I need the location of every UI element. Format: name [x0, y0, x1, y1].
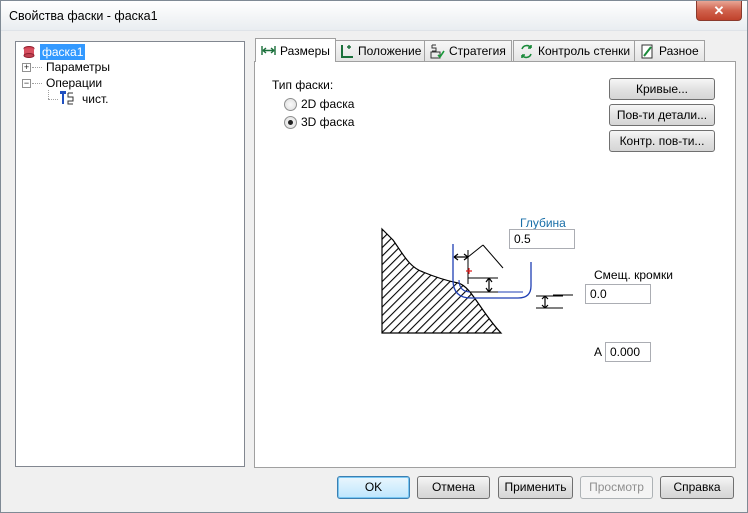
chamfer-feature-icon: [23, 46, 35, 58]
tab-position[interactable]: Положение: [333, 40, 428, 61]
radio-3d-chamfer-label: 3D фаска: [301, 115, 355, 129]
tree-label-operations: Операции: [46, 76, 103, 90]
tree-item-operations[interactable]: Операции: [44, 75, 104, 91]
a-input[interactable]: 0.000: [605, 342, 651, 362]
check-surfaces-button[interactable]: Контр. пов-ти...: [609, 130, 715, 152]
help-button[interactable]: Справка: [660, 476, 734, 499]
collapse-operations-icon[interactable]: −: [22, 79, 31, 88]
preview-button: Просмотр: [580, 476, 653, 499]
expand-parameters-icon[interactable]: +: [22, 63, 31, 72]
tree-item-finish[interactable]: чист.: [80, 91, 110, 107]
tab-dimensions[interactable]: Размеры: [255, 38, 336, 62]
tree-connector: [48, 99, 58, 100]
tab-strategy[interactable]: Стратегия: [424, 40, 512, 61]
tree-connector: [32, 83, 42, 84]
part-surfaces-button[interactable]: Пов-ти детали...: [609, 104, 715, 126]
edge-offset-input[interactable]: 0.0: [585, 284, 651, 304]
radio-2d-chamfer[interactable]: 2D фаска: [284, 97, 354, 111]
dialog-window: Свойства фаски - фаска1 ✕ фаска1 + Парам…: [0, 0, 748, 513]
wall-control-icon: [521, 44, 532, 58]
tree-label-finish: чист.: [82, 92, 109, 106]
title-bar[interactable]: Свойства фаски - фаска1 ✕: [1, 1, 747, 31]
tab-label: Разное: [659, 44, 699, 58]
depth-input[interactable]: 0.5: [509, 229, 575, 249]
a-label: A: [594, 345, 603, 359]
curves-button[interactable]: Кривые...: [609, 78, 715, 100]
radio-2d-chamfer-circle[interactable]: [284, 97, 297, 111]
radio-3d-chamfer-circle[interactable]: [284, 115, 297, 129]
tab-wall-control[interactable]: Контроль стенки: [513, 40, 637, 61]
tree-connector: [32, 67, 42, 68]
tree-label-parameters: Параметры: [46, 60, 110, 74]
dimensions-icon: [261, 46, 276, 55]
tree-item-parameters[interactable]: Параметры: [44, 59, 112, 75]
dimensions-panel: Тип фаски: 2D фаска 3D фаска Кривые... П…: [254, 61, 736, 468]
depth-label: Глубина: [520, 216, 566, 230]
radio-3d-chamfer[interactable]: 3D фаска: [284, 115, 354, 129]
edge-offset-label: Смещ. кромки: [594, 268, 673, 282]
strategy-icon: [430, 44, 445, 58]
tree-connector: [48, 90, 49, 99]
position-icon: [341, 44, 353, 58]
apply-button[interactable]: Применить: [498, 476, 573, 499]
tab-label: Размеры: [280, 43, 330, 58]
tab-control: Размеры Положение Стратегия Контроль сте…: [254, 38, 736, 468]
tab-misc[interactable]: Разное: [634, 40, 705, 61]
tab-label: Стратегия: [449, 44, 506, 58]
tab-label: Положение: [358, 44, 422, 58]
finishing-tool-icon: [60, 91, 74, 105]
ok-button[interactable]: OK: [337, 476, 410, 499]
chamfer-type-label: Тип фаски:: [272, 78, 334, 92]
tab-label: Контроль стенки: [538, 44, 631, 58]
misc-icon: [641, 44, 653, 58]
close-button[interactable]: ✕: [696, 1, 742, 21]
operation-tree[interactable]: фаска1 + Параметры − Операции чист.: [15, 41, 245, 467]
window-title: Свойства фаски - фаска1: [9, 9, 158, 23]
tree-label-root: фаска1: [40, 44, 86, 60]
radio-2d-chamfer-label: 2D фаска: [301, 97, 355, 111]
cancel-button[interactable]: Отмена: [417, 476, 490, 499]
